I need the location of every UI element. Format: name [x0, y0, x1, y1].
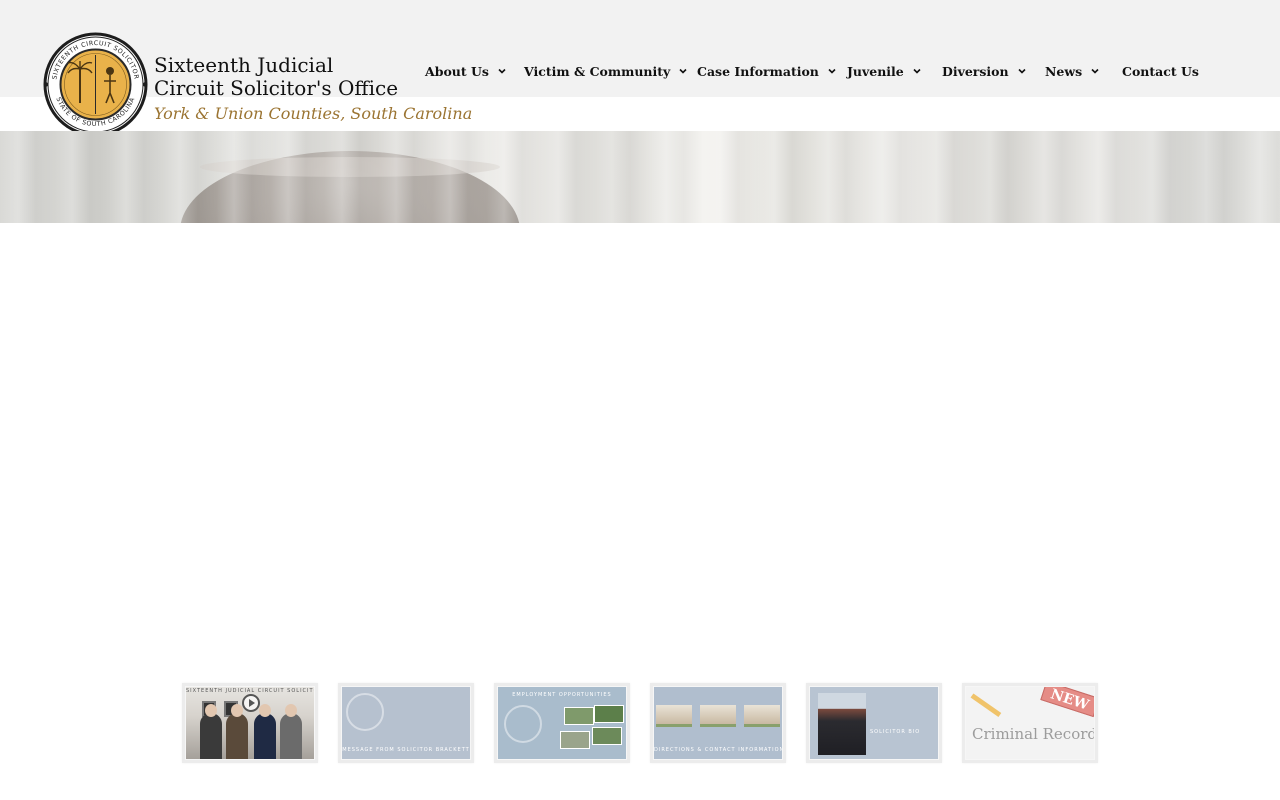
thumb-message-image: MESSAGE FROM SOLICITOR BRACKETT — [342, 687, 470, 759]
thumb-employment-opportunities[interactable]: EMPLOYMENT OPPORTUNITIES — [494, 683, 630, 763]
thumb-bio-image: SOLICITOR BIO — [810, 687, 938, 759]
person-figure — [280, 713, 302, 759]
building-photo — [700, 705, 736, 727]
person-head — [205, 704, 217, 717]
nav-label: Contact Us — [1122, 63, 1199, 79]
chevron-down-icon — [1091, 68, 1099, 74]
hero-banner-gavel — [0, 131, 1280, 223]
thumb-criminal-record[interactable]: NEW Criminal Record — [962, 683, 1098, 763]
thumb-employment-image: EMPLOYMENT OPPORTUNITIES — [498, 687, 626, 759]
thumb-caption: EMPLOYMENT OPPORTUNITIES — [512, 692, 612, 698]
thumb-message-from-solicitor[interactable]: MESSAGE FROM SOLICITOR BRACKETT — [338, 683, 474, 763]
nav-item-diversion[interactable]: Diversion — [942, 60, 1027, 82]
building-photo — [656, 705, 692, 727]
nav-label: News — [1045, 63, 1083, 79]
photo-tile — [594, 705, 624, 723]
thumb-solicitor-bio[interactable]: SOLICITOR BIO — [806, 683, 942, 763]
thumb-directions-image: DIRECTIONS & CONTACT INFORMATION — [654, 687, 782, 759]
nav-item-victim-community[interactable]: Victim & Community — [524, 60, 688, 82]
thumb-video-staff[interactable]: Sixteenth Judicial Circuit Solicitor — [182, 683, 318, 763]
person-figure — [254, 713, 276, 759]
chevron-down-icon — [913, 68, 921, 74]
nav-label: Diversion — [942, 63, 1009, 79]
chevron-down-icon — [498, 68, 506, 74]
new-badge: NEW — [1040, 687, 1094, 718]
nav-item-contact-us[interactable]: Contact Us — [1122, 60, 1199, 82]
nav-label: Victim & Community — [524, 63, 671, 79]
person-head — [231, 704, 243, 717]
thumb-caption: MESSAGE FROM SOLICITOR BRACKETT — [342, 747, 470, 753]
thumb-caption: DIRECTIONS & CONTACT INFORMATION — [654, 747, 782, 753]
person-figure — [200, 713, 222, 759]
chevron-down-icon — [1018, 68, 1026, 74]
person-head — [259, 704, 271, 717]
chevron-down-icon — [679, 68, 687, 74]
nav-item-about-us[interactable]: About Us — [425, 60, 507, 82]
nav-label: Juvenile — [847, 63, 904, 79]
site-subtitle: York & Union Counties, South Carolina — [154, 104, 473, 123]
person-figure — [226, 713, 248, 759]
thumb-caption: SOLICITOR BIO — [870, 729, 921, 735]
hero-overlay — [0, 131, 1280, 223]
nav-label: About Us — [425, 63, 489, 79]
seal-watermark-icon — [504, 705, 542, 743]
nav-item-news[interactable]: News — [1045, 60, 1100, 82]
person-head — [285, 704, 297, 717]
chevron-down-icon — [828, 68, 836, 74]
photo-tile — [560, 731, 590, 749]
pencil-icon — [970, 693, 1002, 718]
thumb-directions-contact[interactable]: DIRECTIONS & CONTACT INFORMATION — [650, 683, 786, 763]
thumb-criminal-record-image: NEW Criminal Record — [966, 687, 1094, 759]
thumb-video-image: Sixteenth Judicial Circuit Solicitor — [186, 687, 314, 759]
nav-item-juvenile[interactable]: Juvenile — [847, 60, 922, 82]
building-photo — [744, 705, 780, 727]
seal-watermark-icon — [346, 693, 384, 731]
nav-item-case-information[interactable]: Case Information — [697, 60, 837, 82]
solicitor-portrait — [818, 693, 866, 755]
photo-tile — [564, 707, 594, 725]
site-title[interactable]: Sixteenth Judicial Circuit Solicitor's O… — [154, 54, 434, 100]
site-title-line1: Sixteenth Judicial — [154, 53, 334, 77]
thumb-caption: Criminal Record — [972, 725, 1094, 743]
state-seal-logo[interactable]: SIXTEENTH CIRCUIT SOLICITOR STATE OF SOU… — [42, 31, 149, 138]
play-icon — [242, 694, 260, 712]
photo-tile — [592, 727, 622, 745]
site-title-line2: Circuit Solicitor's Office — [154, 76, 399, 100]
nav-label: Case Information — [697, 63, 819, 79]
